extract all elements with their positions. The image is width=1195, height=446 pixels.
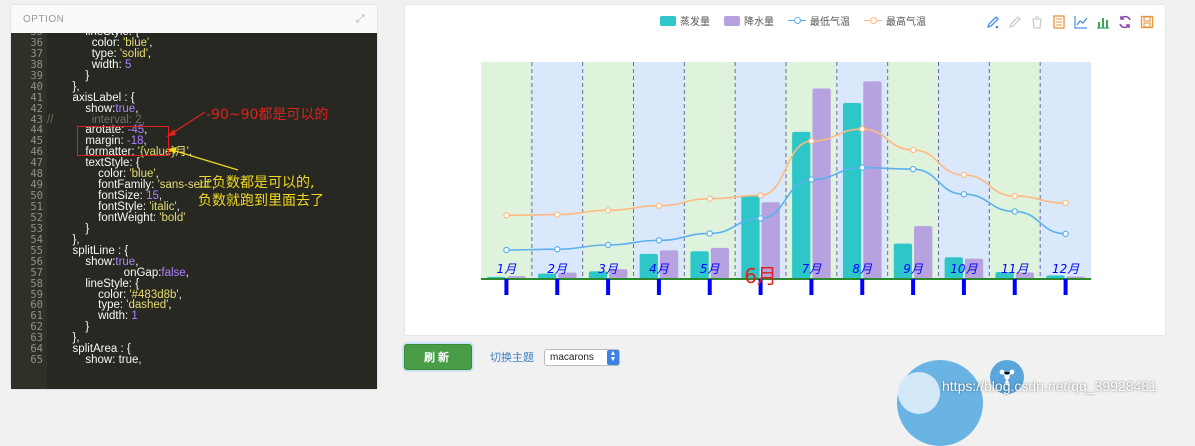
line-point <box>1062 230 1069 238</box>
bar-evaporation <box>792 131 811 279</box>
code-token: , <box>178 288 182 301</box>
code-token: , <box>147 47 152 60</box>
annotation-rotate-note: -90~90都是可以的 <box>206 107 329 123</box>
line-point <box>960 171 968 179</box>
x-axis-label: 11月 <box>1001 262 1029 276</box>
option-header: OPTION ⤢ <box>11 5 377 33</box>
line-point <box>503 212 510 219</box>
bar-precipitation <box>812 88 831 279</box>
line-number: 40 <box>30 80 43 93</box>
line-point <box>1011 192 1018 200</box>
line-point <box>655 237 663 244</box>
line-point <box>909 146 917 154</box>
theme-label: 切换主题 <box>490 352 534 364</box>
line-point <box>757 192 764 199</box>
code-line: fontWeight: 'bold' <box>47 211 377 224</box>
line-number: 65 <box>30 354 43 367</box>
x-axis-label-highlight: 6月 <box>744 264 777 288</box>
line-number: 41 <box>30 91 43 104</box>
theme-select-value: macarons <box>550 351 594 363</box>
combo-chart: 1月 2月 3月 4月 5月 7月 8月 9月 10月 11月 12月 6月 <box>481 62 1091 295</box>
code-editor[interactable]: 3536373839404142434445464748495051525354… <box>11 33 377 389</box>
code-content[interactable]: lineStyle: { color: 'blue', type: 'solid… <box>47 33 377 389</box>
code-line: width: 1 <box>47 310 377 323</box>
line-number: 42 <box>30 102 43 115</box>
code-token: show: true, <box>47 354 142 367</box>
code-line: } <box>47 322 377 334</box>
line-point <box>706 195 713 202</box>
line-point <box>859 164 866 171</box>
line-number: 57 <box>30 266 43 279</box>
line-point <box>859 125 866 133</box>
code-line: show: true, <box>47 354 377 367</box>
line-point <box>604 207 612 214</box>
annotation-margin-note-2: 负数就跑到里面去了 <box>198 193 324 209</box>
code-token: , <box>185 266 189 279</box>
line-point <box>1011 208 1018 215</box>
x-axis-label: 5月 <box>700 262 721 276</box>
chart-panel: 蒸发量 降水量 最低气温 最高气温 1月 2月 3月 4月 5月 7月 8月 9月 10月 11月 12月… <box>404 4 1166 336</box>
x-axis-label: 3月 <box>598 262 619 276</box>
expand-icon[interactable]: ⤢ <box>356 13 365 26</box>
chart-controls: 刷新 切换主题 macarons ▲ ▼ <box>404 344 620 370</box>
x-axis-label: 2月 <box>547 262 568 276</box>
code-token: , <box>188 146 193 159</box>
x-axis-label: 10月 <box>950 262 978 276</box>
line-point <box>706 230 713 237</box>
x-axis-label: 1月 <box>497 262 518 276</box>
line-point <box>655 202 663 209</box>
code-line: } <box>47 223 377 235</box>
select-arrows-icon: ▲ ▼ <box>607 349 619 365</box>
refresh-button[interactable]: 刷新 <box>404 344 472 370</box>
code-line: } <box>47 70 377 82</box>
split-area <box>633 62 685 279</box>
line-point <box>1062 199 1069 207</box>
annotation-highlight-box <box>77 126 169 156</box>
theme-select[interactable]: macarons ▲ ▼ <box>544 348 620 366</box>
x-axis-label: 12月 <box>1052 262 1080 276</box>
line-point <box>554 246 561 253</box>
line-number: 56 <box>30 255 43 268</box>
split-area <box>938 62 990 279</box>
line-point <box>757 215 764 222</box>
line-point <box>808 137 815 145</box>
option-title: OPTION <box>23 13 65 25</box>
split-area <box>684 62 736 279</box>
code-token: 5 <box>124 58 132 71</box>
bar-precipitation <box>863 81 882 279</box>
code-line: width: 5 <box>47 58 377 71</box>
decorative-bubble-inner <box>898 372 940 414</box>
x-axis-label: 4月 <box>649 262 670 276</box>
code-token: 'bold' <box>159 211 186 224</box>
code-token: false <box>161 266 186 279</box>
split-area <box>1040 62 1091 279</box>
line-point <box>960 190 968 198</box>
line-point <box>808 176 815 183</box>
line-number: 58 <box>30 277 43 290</box>
code-token: , <box>168 299 172 312</box>
x-axis-label: 7月 <box>802 262 823 276</box>
annotation-margin-note-1: 正负数都是可以的, <box>198 175 315 191</box>
split-area <box>481 62 532 279</box>
line-point <box>554 211 561 218</box>
watermark: https://blog.csdn.net/qq_39928481 <box>942 378 1157 394</box>
split-area <box>989 62 1041 279</box>
line-point <box>604 241 612 249</box>
line-number-gutter: 3536373839404142434445464748495051525354… <box>11 33 47 389</box>
line-point <box>503 246 510 254</box>
x-axis-label: 9月 <box>903 262 924 276</box>
x-axis-label: 8月 <box>852 262 873 276</box>
code-token: 1 <box>131 310 138 323</box>
line-point <box>909 165 917 173</box>
